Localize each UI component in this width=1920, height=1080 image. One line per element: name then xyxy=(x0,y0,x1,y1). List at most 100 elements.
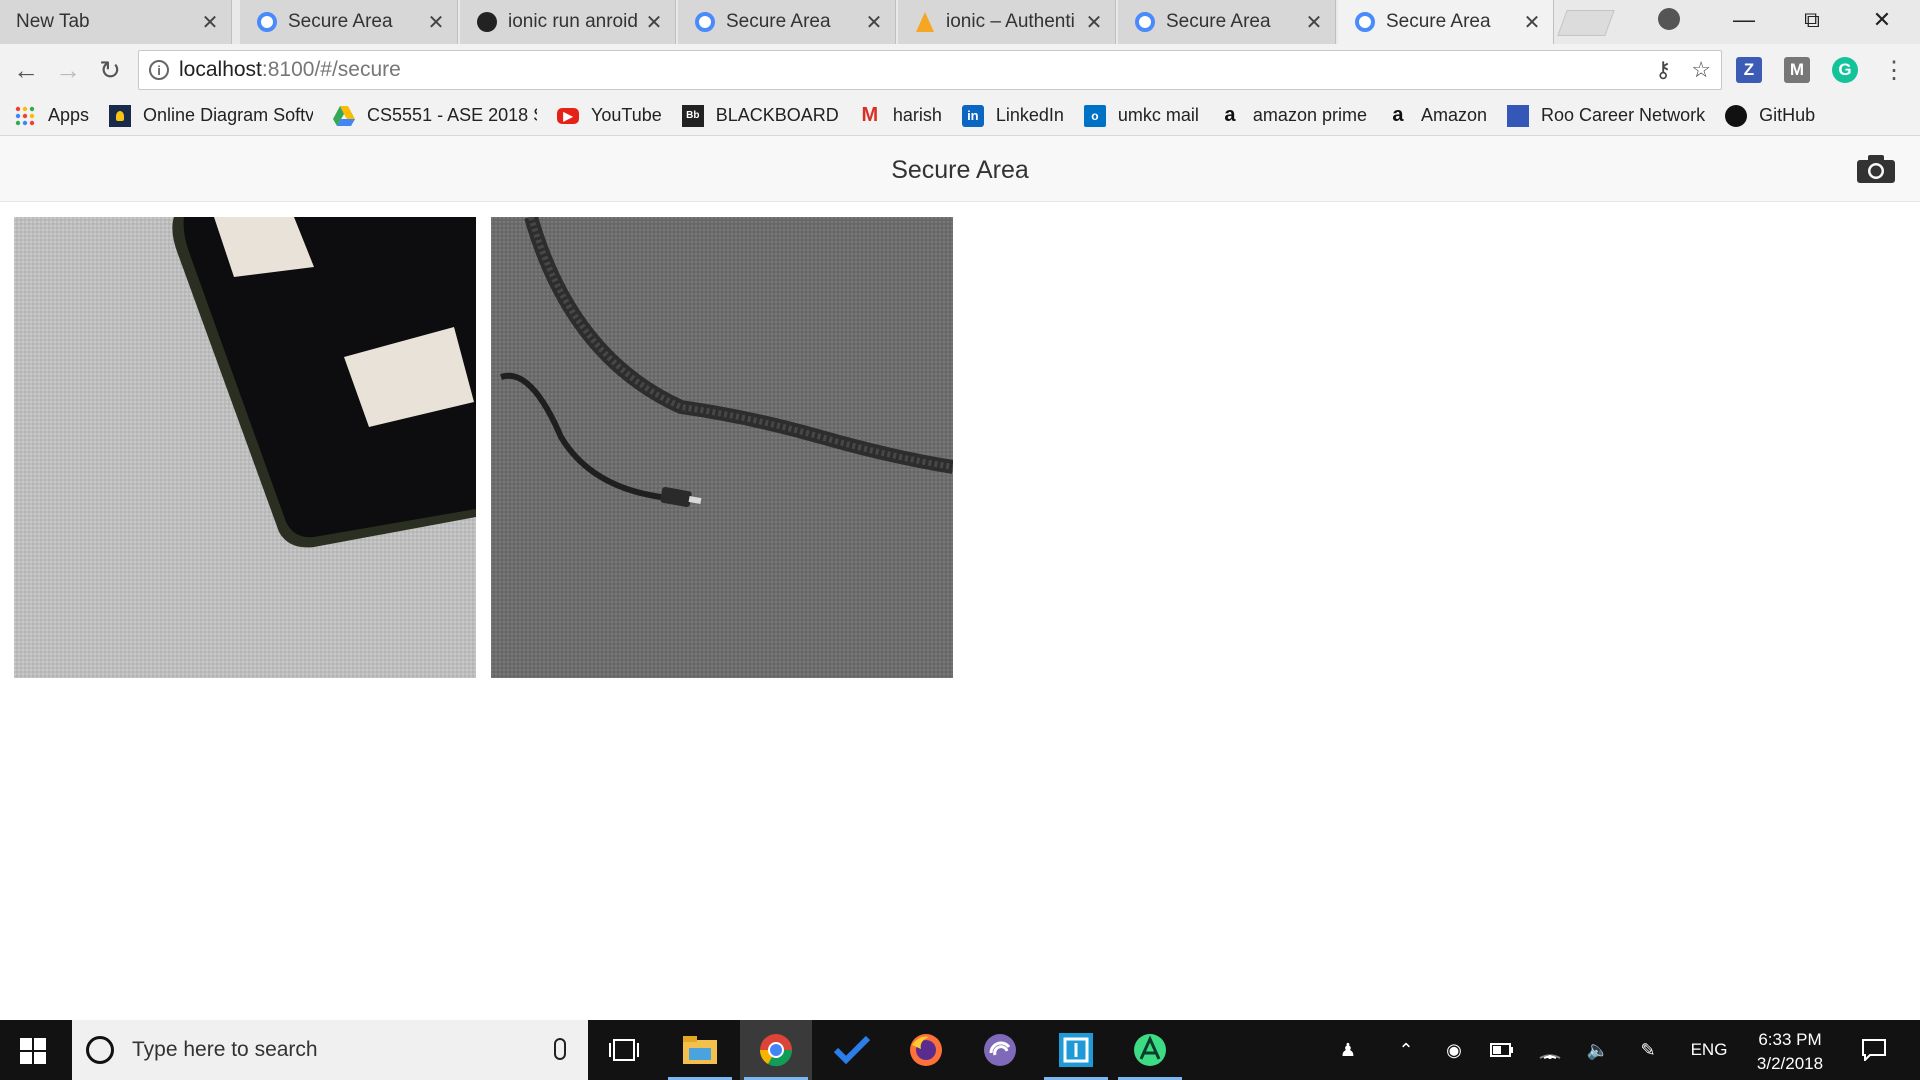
bookmark-gmail[interactable]: M harish xyxy=(859,104,941,127)
bookmark-youtube[interactable]: ▶ YouTube xyxy=(557,105,662,126)
tab-github[interactable]: ionic run anroid ✕ xyxy=(460,0,676,44)
microphone-icon[interactable] xyxy=(554,1038,566,1060)
tab-secure-area[interactable]: Secure Area ✕ xyxy=(678,0,896,44)
extension-icon[interactable]: M xyxy=(1784,57,1810,83)
star-icon[interactable]: ☆ xyxy=(1691,57,1711,83)
grammarly-icon[interactable]: G xyxy=(1832,57,1858,83)
close-icon[interactable]: ✕ xyxy=(1083,10,1105,35)
reload-icon[interactable]: ↻ xyxy=(94,54,126,86)
windows-start-icon[interactable] xyxy=(20,1038,46,1064)
close-window-icon[interactable]: ✕ xyxy=(1852,0,1912,40)
torrent-client-icon[interactable] xyxy=(964,1020,1036,1080)
taskbar-search-input[interactable]: Type here to search xyxy=(72,1020,588,1080)
pen-icon[interactable]: ✎ xyxy=(1630,1020,1666,1080)
ionic-icon xyxy=(1354,11,1376,33)
record-icon[interactable]: ◉ xyxy=(1436,1020,1472,1080)
address-bar[interactable]: i localhost:8100/#/secure ⚷ ☆ xyxy=(138,50,1722,90)
tab-title: ionic – Authenti xyxy=(946,11,1075,32)
tab-firebase[interactable]: ionic – Authenti ✕ xyxy=(898,0,1116,44)
github-icon xyxy=(476,11,498,33)
screen: New Tab ✕ Secure Area ✕ ionic run anroid… xyxy=(0,0,1920,1080)
tab-secure-area[interactable]: Secure Area ✕ xyxy=(1118,0,1336,44)
tab-title: Secure Area xyxy=(1386,11,1491,32)
bookmark-label: BLACKBOARD xyxy=(715,105,839,125)
close-icon[interactable]: ✕ xyxy=(199,10,221,35)
profile-icon[interactable] xyxy=(1658,8,1680,30)
ionic-icon xyxy=(694,11,716,33)
bookmark-roo-career[interactable]: Roo Career Network xyxy=(1507,104,1706,127)
camera-icon[interactable] xyxy=(1856,154,1896,184)
tab-secure-area[interactable]: Secure Area ✕ xyxy=(240,0,458,44)
bookmark-label: Roo Career Network xyxy=(1541,105,1706,125)
cortana-icon[interactable] xyxy=(86,1036,114,1064)
forward-arrow-icon[interactable]: → xyxy=(52,54,84,86)
system-clock[interactable]: 6:33 PM 3/2/2018 xyxy=(1746,1028,1834,1076)
chevron-up-icon[interactable]: ⌃ xyxy=(1388,1020,1424,1080)
language-indicator[interactable]: ENG xyxy=(1682,1020,1736,1080)
key-icon[interactable]: ⚷ xyxy=(1655,57,1671,83)
tab-title: ionic run anroid xyxy=(508,11,638,32)
bookmark-drive[interactable]: CS5551 - ASE 2018 S xyxy=(333,105,537,127)
bookmark-linkedin[interactable]: in LinkedIn xyxy=(961,104,1064,127)
app-header: Secure Area xyxy=(0,136,1920,202)
battery-icon[interactable] xyxy=(1484,1020,1520,1080)
firebase-icon xyxy=(914,11,936,33)
close-icon[interactable]: ✕ xyxy=(425,10,447,35)
bookmark-label: amazon prime xyxy=(1252,105,1367,125)
close-icon[interactable]: ✕ xyxy=(1521,10,1543,35)
blackboard-icon: Bb xyxy=(681,104,704,127)
bookmark-apps[interactable]: Apps xyxy=(14,105,89,127)
bookmark-label: YouTube xyxy=(591,105,662,125)
bookmark-umkc-mail[interactable]: o umkc mail xyxy=(1083,104,1199,127)
clock-time: 6:33 PM xyxy=(1758,1030,1822,1049)
restore-icon[interactable]: ⧉ xyxy=(1782,0,1842,40)
notification-center-icon[interactable] xyxy=(1852,1020,1896,1080)
android-studio-icon[interactable] xyxy=(1114,1020,1186,1080)
bookmark-github[interactable]: GitHub xyxy=(1725,104,1816,127)
wifi-icon[interactable] xyxy=(1532,1020,1568,1080)
tab-secure-area-active[interactable]: Secure Area ✕ xyxy=(1338,0,1554,44)
new-tab-button[interactable] xyxy=(1557,10,1615,36)
tab-title: Secure Area xyxy=(726,11,831,32)
task-view-icon[interactable] xyxy=(588,1020,660,1080)
diagram-icon xyxy=(109,104,132,127)
chrome-icon[interactable] xyxy=(740,1020,812,1080)
outlook-icon: o xyxy=(1083,104,1106,127)
amazon-icon: a xyxy=(1224,104,1236,126)
bookmark-amazon[interactable]: a Amazon xyxy=(1387,104,1487,127)
back-arrow-icon[interactable]: ← xyxy=(10,54,42,86)
close-icon[interactable]: ✕ xyxy=(1303,10,1325,35)
menu-kebab-icon[interactable]: ⋮ xyxy=(1878,54,1910,86)
bookmark-label: Online Diagram Softv xyxy=(143,105,314,125)
bookmark-diagram[interactable]: Online Diagram Softv xyxy=(109,104,314,127)
bookmark-blackboard[interactable]: Bb BLACKBOARD xyxy=(681,104,839,127)
tab-title: Secure Area xyxy=(1166,11,1271,32)
bookmarks-bar: Apps Online Diagram Softv CS5551 - ASE 2… xyxy=(0,96,1920,136)
firefox-icon[interactable] xyxy=(890,1020,962,1080)
page-title: Secure Area xyxy=(891,156,1029,184)
info-icon[interactable]: i xyxy=(149,60,169,80)
photo-thumbnail-phone[interactable] xyxy=(14,217,476,678)
tab-title: New Tab xyxy=(16,11,90,32)
file-explorer-icon[interactable] xyxy=(664,1020,736,1080)
tab-new-tab[interactable]: New Tab ✕ xyxy=(0,0,232,44)
todo-icon[interactable] xyxy=(816,1020,888,1080)
apps-grid-icon xyxy=(14,105,36,127)
bookmark-label: GitHub xyxy=(1759,105,1816,125)
brackets-editor-icon[interactable] xyxy=(1040,1020,1112,1080)
github-icon xyxy=(1725,104,1748,127)
close-icon[interactable]: ✕ xyxy=(863,10,885,35)
gmail-icon: M xyxy=(861,104,879,126)
people-icon[interactable]: ♟ xyxy=(1328,1020,1368,1080)
photo-thumbnail-cable[interactable] xyxy=(491,217,953,678)
bookmark-label: LinkedIn xyxy=(995,105,1064,125)
amazon-icon: a xyxy=(1392,104,1404,126)
zotero-extension-icon[interactable]: Z xyxy=(1736,57,1762,83)
close-icon[interactable]: ✕ xyxy=(643,10,665,35)
minimize-icon[interactable]: — xyxy=(1714,0,1774,40)
browser-toolbar: ← → ↻ i localhost:8100/#/secure ⚷ ☆ Z M … xyxy=(0,44,1920,96)
tab-strip: New Tab ✕ Secure Area ✕ ionic run anroid… xyxy=(0,0,1920,44)
bookmark-amazon-prime[interactable]: a amazon prime xyxy=(1219,104,1367,127)
linkedin-icon: in xyxy=(961,104,984,127)
volume-icon[interactable]: 🔈 xyxy=(1580,1020,1616,1080)
